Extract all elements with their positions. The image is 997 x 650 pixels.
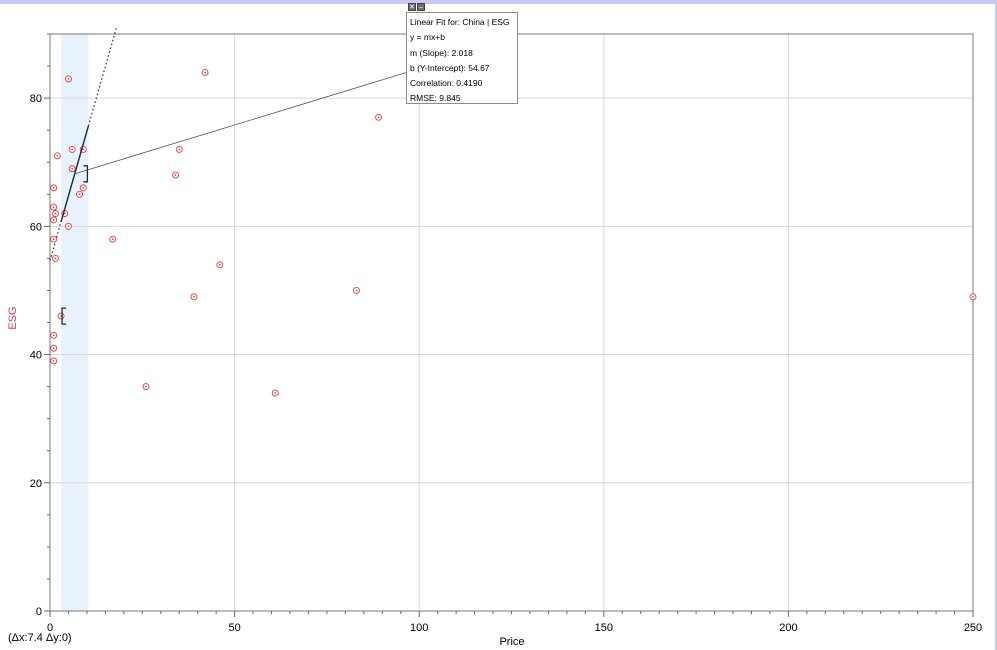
fit-slope: m (Slope): 2.018: [410, 47, 473, 58]
x-tick-label: 50: [228, 622, 240, 634]
data-point[interactable]: [216, 261, 224, 269]
data-point[interactable]: [52, 210, 59, 217]
data-point[interactable]: [68, 145, 76, 153]
y-tick-label: 80: [30, 93, 42, 105]
data-point[interactable]: [50, 235, 58, 243]
data-point[interactable]: [172, 171, 179, 179]
data-point[interactable]: [201, 69, 209, 76]
popup-close-button[interactable]: ✕: [408, 3, 416, 11]
data-point[interactable]: [50, 216, 58, 224]
y-tick-labels: 0 20 40 60 80: [30, 93, 42, 618]
data-point[interactable]: [50, 331, 58, 339]
data-point[interactable]: [375, 113, 383, 121]
fit-correlation: Correlation: 0.4190: [410, 78, 483, 89]
data-point[interactable]: [175, 145, 183, 153]
fit-title: Linear Fit for: China | ESG: [410, 17, 510, 27]
x-tick-label: 250: [964, 622, 982, 634]
data-point[interactable]: [50, 344, 58, 352]
data-point[interactable]: [50, 203, 58, 211]
data-point[interactable]: [190, 293, 198, 301]
data-point[interactable]: [76, 190, 83, 198]
data-point[interactable]: [50, 357, 58, 365]
popup-controls: ✕ –: [408, 3, 425, 12]
y-tick-label: 60: [30, 221, 42, 233]
data-point[interactable]: [969, 293, 977, 301]
data-point[interactable]: [109, 235, 117, 243]
fit-intercept: b (Y-Intercept): 54.67: [410, 62, 490, 73]
data-point[interactable]: [142, 383, 150, 391]
highlight-band[interactable]: [61, 34, 89, 611]
x-tick-label: 100: [410, 622, 428, 634]
data-point[interactable]: [52, 254, 59, 262]
fit-equation: y = mx+b: [410, 32, 445, 43]
data-point[interactable]: [68, 165, 76, 173]
data-point[interactable]: [53, 152, 61, 160]
data-point[interactable]: [352, 286, 360, 294]
data-point[interactable]: [79, 184, 87, 192]
data-point[interactable]: [50, 184, 58, 192]
data-point[interactable]: [57, 312, 65, 320]
data-point[interactable]: [271, 389, 279, 397]
popup-minimize-button[interactable]: –: [417, 3, 425, 11]
x-axis-title: Price: [499, 636, 524, 648]
x-tick-labels: 0 50 100 150 200 250: [47, 622, 982, 634]
linear-fit-popup[interactable]: Linear Fit for: China | ESG y = mx+b m (…: [406, 12, 518, 104]
delta-readout: (Δx:7.4 Δy:0): [8, 632, 72, 644]
x-tick-label: 150: [595, 622, 613, 634]
x-tick-label: 200: [779, 622, 797, 634]
plot-area-background: [50, 34, 973, 611]
data-point[interactable]: [65, 75, 72, 83]
fit-rmse: RMSE: 9.845: [410, 93, 461, 104]
y-axis-title: ESG: [7, 306, 19, 329]
y-tick-label: 0: [36, 606, 42, 618]
data-point[interactable]: [65, 222, 72, 230]
y-tick-label: 40: [30, 350, 42, 362]
y-tick-label: 20: [30, 478, 42, 490]
